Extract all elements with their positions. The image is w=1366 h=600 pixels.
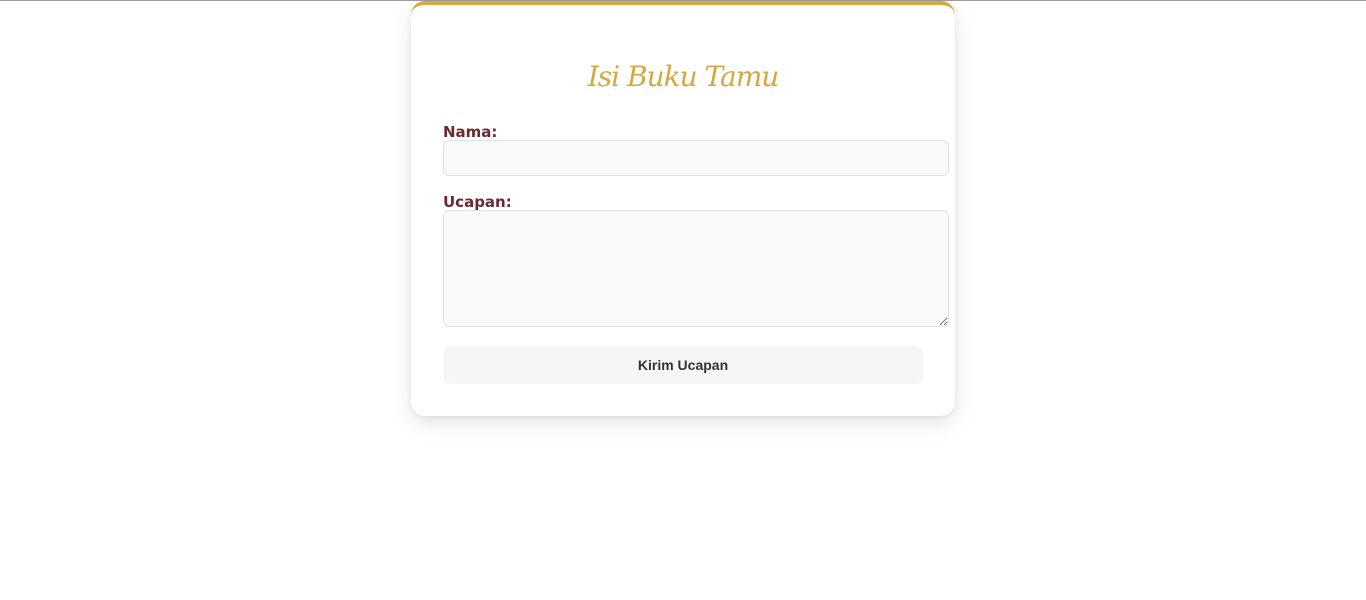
message-textarea[interactable] [443,210,949,327]
message-label: Ucapan: [443,193,512,211]
guestbook-title: Isi Buku Tamu [587,60,780,93]
submit-message-button[interactable]: Kirim Ucapan [443,346,923,384]
name-input[interactable] [443,140,949,176]
guestbook-card: Isi Buku Tamu Nama: Ucapan: Kirim Ucapan [411,1,955,416]
name-label: Nama: [443,123,498,141]
